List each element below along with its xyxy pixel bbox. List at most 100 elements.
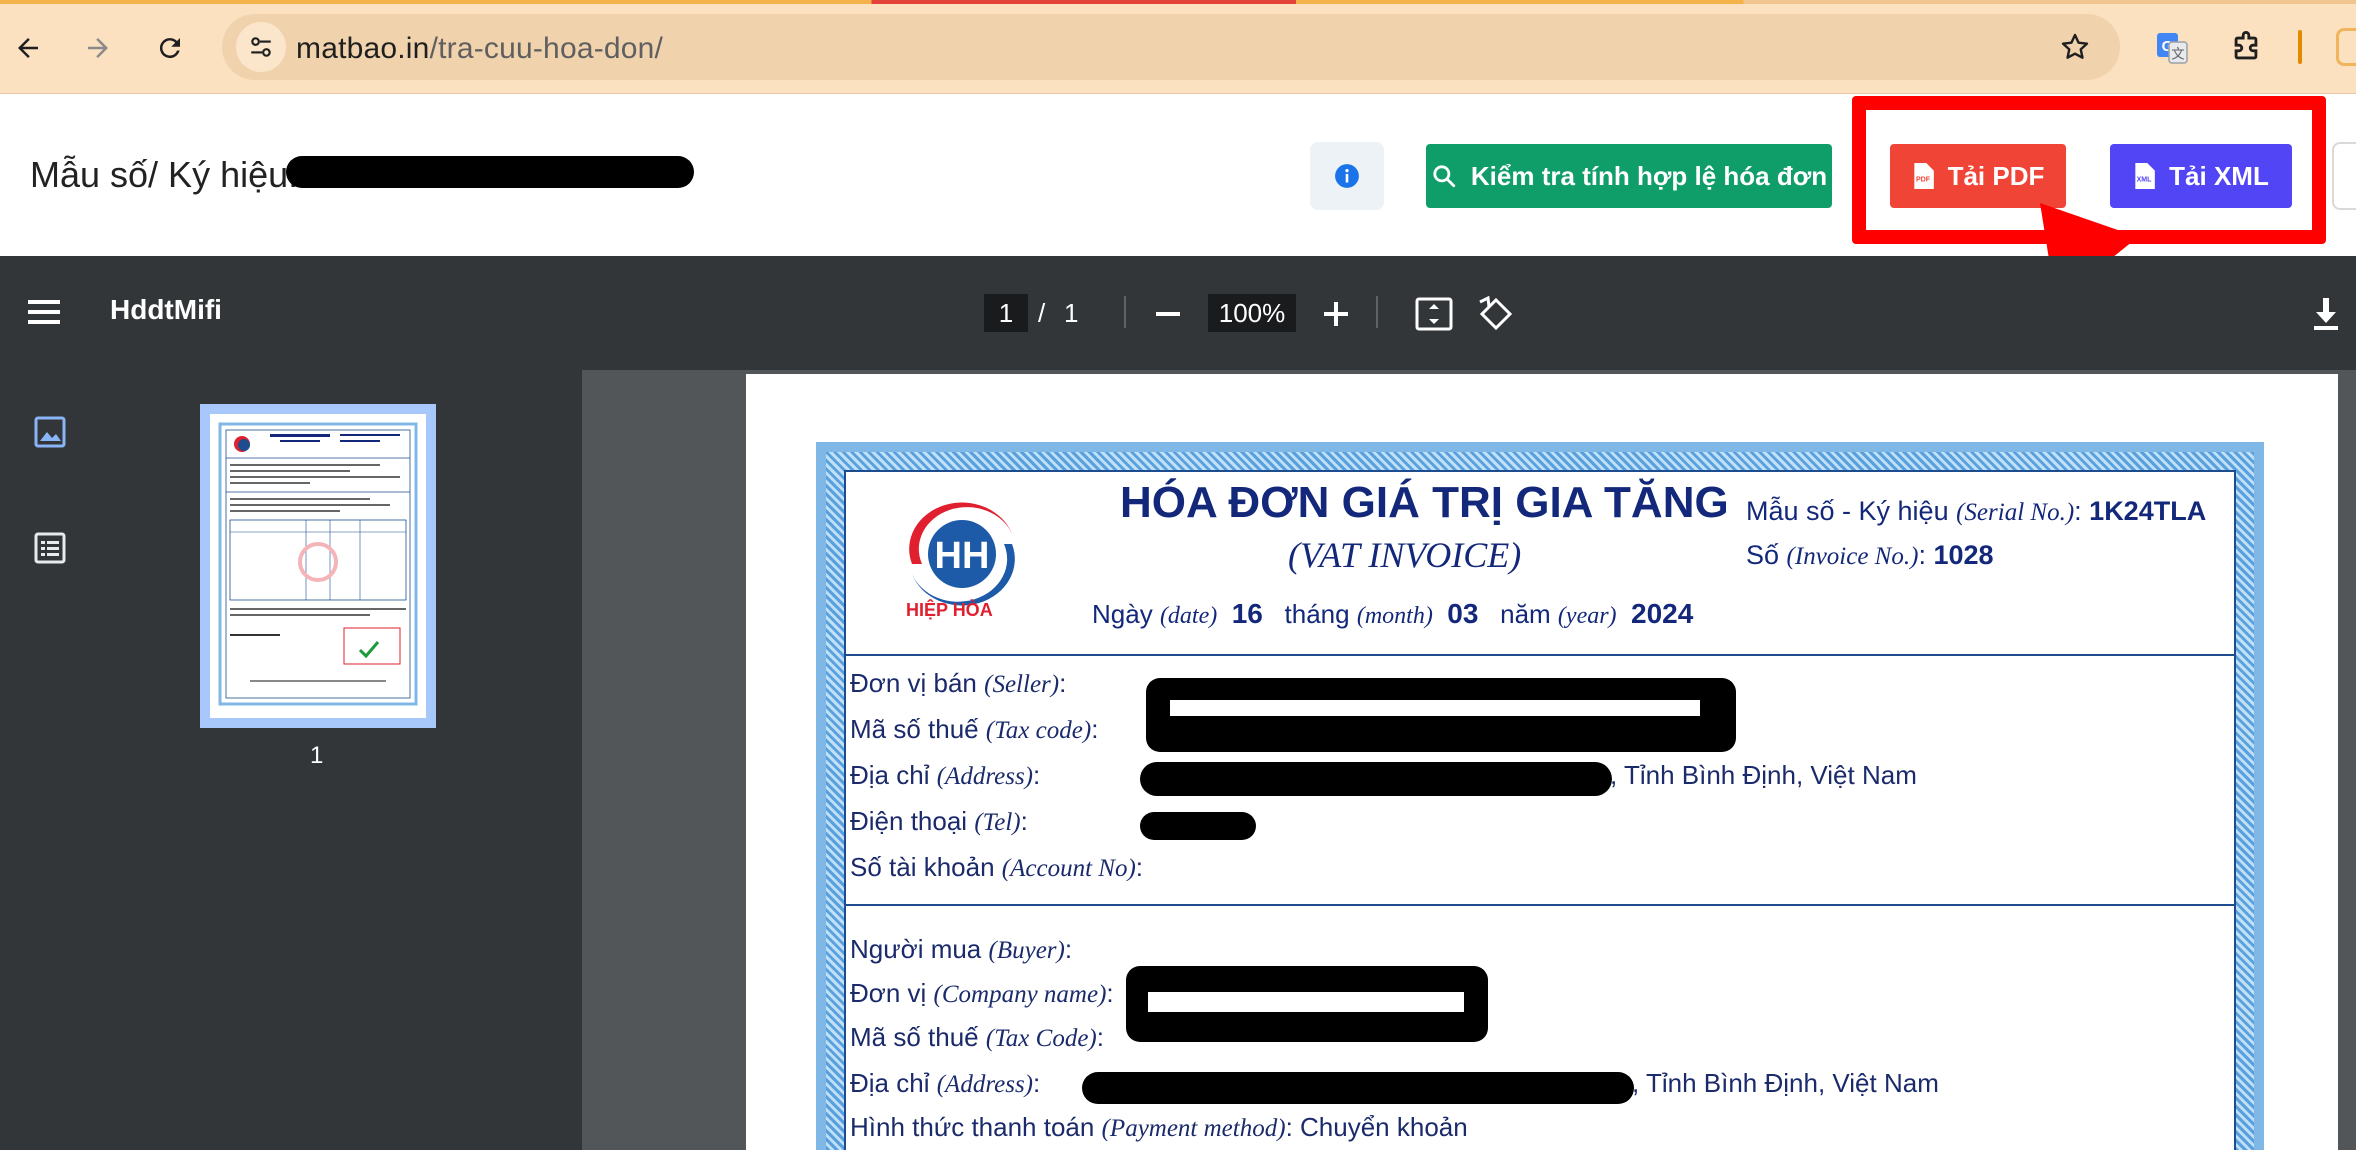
redaction-gap [1170,700,1700,716]
invoice-border: HH HIỆP HÒA HÓA ĐƠN GIÁ TRỊ GIA TĂNG (VA… [816,442,2264,1150]
seller-name-row: Đơn vị bán (Seller): [850,668,1067,698]
seller-address-redaction [1140,762,1612,796]
zoom-level-input[interactable]: 100% [1208,294,1296,332]
buyer-tax-label-en: (Tax Code) [985,1025,1097,1052]
buyer-address-row: Địa chỉ (Address): [850,1068,1041,1098]
page-total: 1 [1064,298,1079,328]
toolbar-separator [2298,30,2302,64]
payment-row: Hình thức thanh toán (Payment method): C… [850,1112,1468,1142]
reload-button[interactable] [144,22,196,74]
redaction-gap [1148,992,1464,1012]
puzzle-icon [2234,31,2258,60]
arrow-right-icon [88,38,108,58]
site-info-button[interactable] [236,22,286,72]
serial-value: 1K24TLA [2089,496,2207,526]
rotate-icon [1479,295,1513,331]
profile-button[interactable] [2336,28,2356,66]
download-icon [2314,298,2338,330]
buyer-address-label: Địa chỉ [850,1068,930,1098]
arrow-left-icon [18,38,38,58]
page-thumbnail[interactable] [200,404,436,728]
zoom-in-button[interactable] [1318,296,1354,332]
seller-tax-row: Mã số thuế (Tax code): [850,714,1099,744]
hamburger-icon [28,300,60,324]
url-text[interactable]: matbao.in/tra-cuu-hoa-don/ [296,32,663,66]
buyer-address-tail: , Tỉnh Bình Định, Việt Nam [1632,1068,1939,1098]
serial-redaction [286,156,694,188]
forward-button[interactable] [72,22,124,74]
buyer-tax-label: Mã số thuế [850,1022,979,1052]
rotate-button[interactable] [1474,292,1518,336]
payment-label-en: (Payment method) [1101,1115,1286,1142]
extensions-button[interactable] [2220,22,2272,74]
serial-label: Mẫu số - Ký hiệu [1746,496,1949,526]
verify-label: Kiểm tra tính hợp lệ hóa đơn [1470,160,1828,191]
tab-strip-edge [0,0,2356,4]
seller-name-label-en: (Seller) [984,671,1060,698]
company-logo: HH [909,502,1015,606]
payment-label: Hình thức thanh toán [850,1112,1095,1142]
number-label-en: (Invoice No.) [1786,543,1919,570]
buyer-address-redaction [1082,1072,1634,1104]
serial-label-en: (Serial No.) [1956,499,2075,526]
seller-account-label: Số tài khoản [850,852,995,882]
year-label-en: (year) [1557,603,1617,629]
seller-tax-label: Mã số thuế [850,714,979,744]
list-icon [34,532,66,564]
url-host: matbao.in [296,32,430,65]
plus-icon [1324,302,1348,326]
buyer-label: Người mua [850,934,982,964]
pdf-page: HH HIỆP HÒA HÓA ĐƠN GIÁ TRỊ GIA TĂNG (VA… [746,374,2338,1150]
seller-tel-label-en: (Tel) [974,809,1021,836]
buyer-row: Người mua (Buyer): [850,934,1073,964]
back-button[interactable] [2,22,54,74]
buyer-company-label: Đơn vị [850,978,927,1008]
minus-icon [1156,312,1180,316]
bookmark-button[interactable] [2052,24,2098,70]
fit-page-button[interactable] [1412,292,1456,336]
year-label: năm [1500,599,1551,629]
verify-invoice-button[interactable]: Kiểm tra tính hợp lệ hóa đơn [1426,144,1832,208]
page-number-input[interactable]: 1 [984,294,1028,332]
pdf-canvas: HH HIỆP HÒA HÓA ĐƠN GIÁ TRỊ GIA TĂNG (VA… [582,370,2356,1150]
invoice-date: Ngày (date) 16 tháng (month) 03 năm (yea… [1092,598,1693,630]
number-value: 1028 [1933,540,1994,570]
buyer-address-label-en: (Address) [936,1071,1033,1098]
fit-to-page-icon [1415,297,1453,331]
logo-wordmark: HIỆP HÒA [906,600,993,620]
seller-address-tail: , Tỉnh Bình Định, Việt Nam [1610,760,1917,790]
toolbar-divider [1124,296,1126,328]
seller-account-row: Số tài khoản (Account No): [850,852,1144,882]
translate-extension-button[interactable]: G 文 [2146,22,2198,74]
translate-icon: G 文 [2157,33,2188,64]
pdf-sidebar: 1 [0,370,582,1150]
seller-redaction [1146,678,1736,752]
month-label-en: (month) [1356,603,1433,629]
thumbnail-preview [218,422,418,706]
thumbnails-tab[interactable] [32,414,68,450]
date-month: 03 [1447,598,1479,629]
info-button[interactable] [1310,142,1384,210]
number-label: Số [1746,540,1780,570]
date-label: Ngày [1092,599,1153,629]
svg-text:HH: HH [935,535,990,577]
page-separator: / [1038,298,1046,328]
more-button-edge[interactable] [2332,142,2356,210]
url-path: /tra-cuu-hoa-don/ [429,32,664,65]
invoice-subtitle: (VAT INVOICE) [1288,535,1522,575]
pdf-download-button[interactable] [2306,292,2346,336]
search-icon [1433,165,1456,188]
address-bar[interactable]: matbao.in/tra-cuu-hoa-don/ [222,14,2120,80]
seller-account-label-en: (Account No) [1001,855,1136,882]
menu-button[interactable] [26,292,64,332]
outline-tab[interactable] [32,530,68,566]
seller-address-label-en: (Address) [936,763,1033,790]
invoice-body: HH HIỆP HÒA HÓA ĐƠN GIÁ TRỊ GIA TĂNG (VA… [844,470,2236,1150]
zoom-out-button[interactable] [1150,296,1186,332]
section-divider [846,654,2234,656]
tune-icon [251,37,271,57]
seller-tel-label: Điện thoại [850,806,968,836]
buyer-company-row: Đơn vị (Company name): [850,978,1114,1008]
invoice-number: Số (Invoice No.): 1028 [1746,540,1994,570]
toolbar-divider [1376,296,1378,328]
